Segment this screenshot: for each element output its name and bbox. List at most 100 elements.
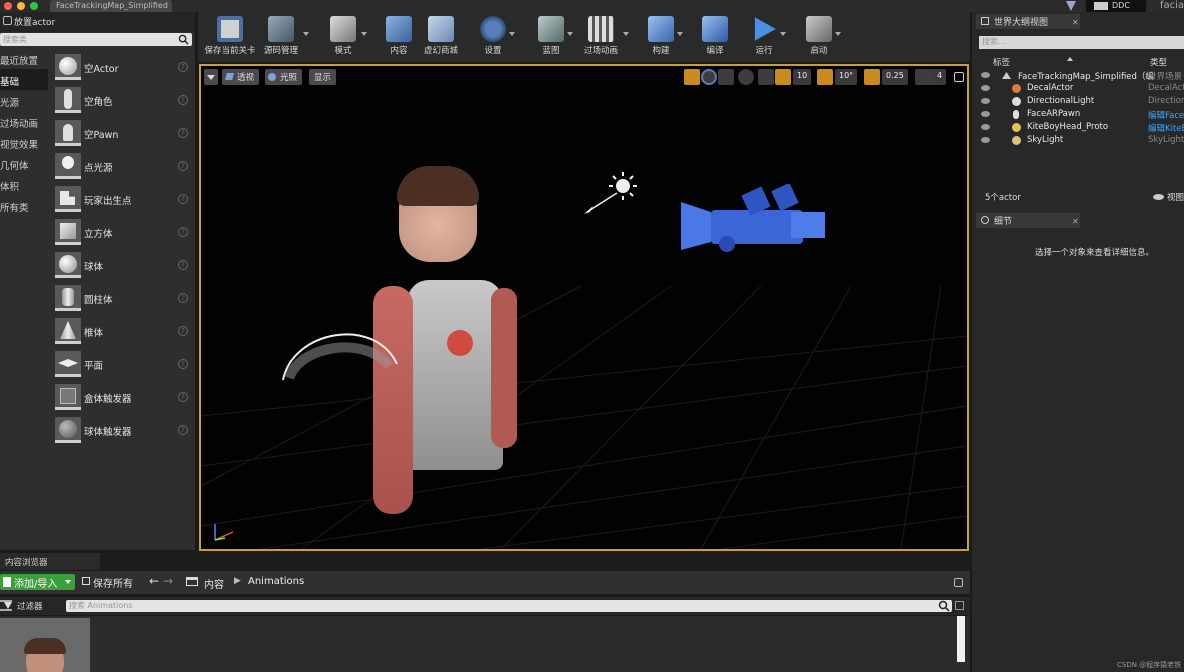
compile-button[interactable]: 编译: [702, 16, 728, 56]
back-arrow-icon[interactable]: ←: [149, 574, 159, 588]
level-tab[interactable]: FaceTrackingMap_Simplified: [50, 0, 172, 12]
chevron-right-icon[interactable]: ▶: [234, 576, 241, 586]
viewport-options-button[interactable]: [204, 69, 218, 85]
visibility-eye-icon[interactable]: [981, 111, 990, 117]
chevron-down-icon[interactable]: [677, 32, 683, 36]
close-window-button[interactable]: [4, 2, 12, 10]
asset-view-scrollbar[interactable]: [957, 616, 965, 662]
actor-item-sphere[interactable]: 球体 ?: [50, 248, 195, 281]
category-lights[interactable]: 光源: [0, 90, 48, 111]
actor-item-point-light[interactable]: 点光源 ?: [50, 149, 195, 182]
save-all-button[interactable]: 保存所有: [82, 575, 133, 590]
rotation-snap-value[interactable]: 10°: [835, 69, 858, 85]
visibility-eye-icon[interactable]: [981, 137, 990, 143]
visibility-eye-icon[interactable]: [981, 124, 990, 130]
modes-button[interactable]: 模式: [328, 16, 367, 56]
category-all-classes[interactable]: 所有类: [0, 195, 48, 216]
maximize-viewport-icon[interactable]: [954, 72, 964, 82]
help-icon[interactable]: ?: [178, 194, 188, 204]
launch-button[interactable]: 启动: [806, 16, 841, 56]
visibility-eye-icon[interactable]: [981, 98, 990, 104]
chevron-down-icon[interactable]: [303, 32, 309, 36]
details-tab[interactable]: 细节: [976, 213, 1080, 228]
rotation-snap-icon[interactable]: [817, 69, 833, 85]
visibility-eye-icon[interactable]: [981, 85, 990, 91]
edit-blueprint-link[interactable]: 编辑KiteBoyHead: [1148, 122, 1184, 134]
show-button[interactable]: 显示: [309, 69, 337, 85]
build-button[interactable]: 构建: [648, 16, 683, 56]
actor-item-empty-pawn[interactable]: 空Pawn ?: [50, 116, 195, 149]
surface-snap-icon[interactable]: [758, 69, 774, 85]
help-icon[interactable]: ?: [178, 62, 188, 72]
settings-button[interactable]: 设置: [480, 16, 515, 56]
actor-item-cylinder[interactable]: 圆柱体 ?: [50, 281, 195, 314]
outliner-row[interactable]: FaceTrackingMap_Simplified（编 世界场景: [976, 69, 1184, 82]
world-space-icon[interactable]: [738, 69, 754, 85]
column-header-label[interactable]: 标签: [993, 56, 1010, 68]
help-icon[interactable]: ?: [178, 95, 188, 105]
camera-speed-icon[interactable]: [915, 69, 935, 85]
grid-snap-icon[interactable]: [775, 69, 791, 85]
outliner-row[interactable]: KiteBoyHead_Proto 编辑KiteBoyHead: [976, 121, 1184, 134]
outliner-search-input[interactable]: 搜索...: [979, 36, 1184, 49]
class-search-input[interactable]: 搜索类: [0, 33, 192, 46]
forward-arrow-icon[interactable]: →: [163, 574, 173, 588]
minimize-window-button[interactable]: [17, 2, 25, 10]
help-icon[interactable]: ?: [178, 293, 188, 303]
actor-item-sphere-trigger[interactable]: 球体触发器 ?: [50, 413, 195, 446]
search-icon[interactable]: [178, 34, 189, 45]
chevron-down-icon[interactable]: [623, 32, 629, 36]
directional-light-icon[interactable]: [581, 166, 645, 216]
save-level-button[interactable]: 保存当前关卡: [204, 16, 256, 56]
edit-blueprint-link[interactable]: 编辑FaceARPawn: [1148, 109, 1184, 121]
source-control-button[interactable]: 源码管理: [262, 16, 309, 56]
actor-item-plane[interactable]: 平面 ?: [50, 347, 195, 380]
decal-arc-icon[interactable]: [277, 316, 403, 386]
actor-item-empty-actor[interactable]: 空Actor ?: [50, 50, 195, 83]
scale-snap-icon[interactable]: [864, 69, 880, 85]
actor-item-empty-character[interactable]: 空角色 ?: [50, 83, 195, 116]
category-recent[interactable]: 最近放置: [0, 48, 48, 69]
outliner-row[interactable]: DirectionalLight DirectionalLight: [976, 95, 1184, 108]
lock-icon[interactable]: [954, 578, 963, 587]
translate-tool-icon[interactable]: [684, 69, 700, 85]
breadcrumb-content[interactable]: 内容: [204, 576, 224, 591]
add-import-button[interactable]: 添加/导入: [0, 574, 75, 590]
cinematics-button[interactable]: 过场动画: [582, 16, 629, 56]
search-icon[interactable]: [938, 600, 950, 612]
actor-item-box-trigger[interactable]: 盒体触发器 ?: [50, 380, 195, 413]
perspective-button[interactable]: 透视: [222, 69, 260, 85]
filters-button[interactable]: 过滤器: [4, 600, 43, 612]
outliner-row[interactable]: FaceARPawn 编辑FaceARPawn: [976, 108, 1184, 121]
world-outliner-tab[interactable]: 世界大纲视图: [976, 14, 1080, 29]
chevron-down-icon[interactable]: [835, 32, 841, 36]
view-options-button[interactable]: 视图: [1153, 191, 1184, 203]
help-icon[interactable]: ?: [178, 227, 188, 237]
play-button[interactable]: 运行: [751, 16, 786, 56]
asset-search-input[interactable]: 搜索 Animations: [66, 600, 952, 612]
scale-snap-value[interactable]: 0.25: [882, 69, 908, 85]
content-browser-tab[interactable]: 内容浏览器: [0, 553, 100, 570]
user-label[interactable]: facia: [1152, 0, 1184, 12]
help-icon[interactable]: ?: [178, 425, 188, 435]
category-basic[interactable]: 基础: [0, 69, 48, 90]
chevron-down-icon[interactable]: [567, 32, 573, 36]
help-icon[interactable]: ?: [178, 392, 188, 402]
outliner-row[interactable]: SkyLight SkyLight: [976, 134, 1184, 147]
level-viewport[interactable]: 透视 光照 显示 10 10° 0.25 4: [199, 64, 969, 551]
close-tab-icon[interactable]: ✕: [1072, 217, 1079, 226]
place-actors-tab[interactable]: 放置actor: [0, 12, 195, 32]
help-icon[interactable]: ?: [178, 359, 188, 369]
category-visual-effects[interactable]: 视觉效果: [0, 132, 48, 153]
asset-thumbnail[interactable]: [0, 618, 90, 672]
help-icon[interactable]: ?: [178, 260, 188, 270]
category-cinematic[interactable]: 过场动画: [0, 111, 48, 132]
maximize-window-button[interactable]: [30, 2, 38, 10]
category-geometry[interactable]: 几何体: [0, 153, 48, 174]
column-header-type[interactable]: 类型: [1150, 56, 1167, 68]
help-icon[interactable]: ?: [178, 128, 188, 138]
folder-icon[interactable]: [186, 577, 198, 586]
sort-ascending-icon[interactable]: [1067, 57, 1073, 61]
marketplace-button[interactable]: 虚幻商城: [422, 16, 460, 56]
help-icon[interactable]: ?: [178, 326, 188, 336]
